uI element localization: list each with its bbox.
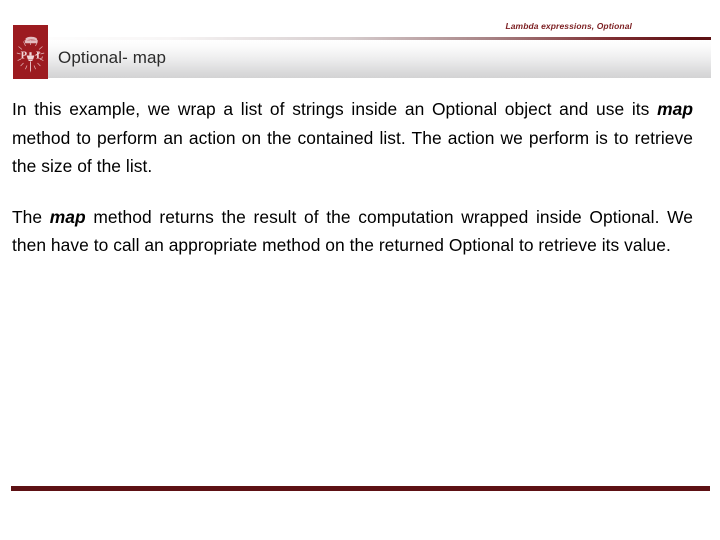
svg-text:L: L	[36, 50, 43, 61]
paragraph-2-text-b: method returns the result of the computa…	[12, 206, 693, 256]
paragraph-2: The map method returns the result of the…	[12, 203, 693, 260]
paragraph-1: In this example, we wrap a list of strin…	[12, 95, 693, 181]
university-logo: P L	[13, 25, 48, 79]
paragraph-1-text-a: In this example, we wrap a list of strin…	[12, 99, 658, 119]
slide-body: In this example, we wrap a list of strin…	[12, 95, 693, 260]
svg-text:P: P	[21, 50, 28, 61]
keyword-map-1: map	[657, 99, 693, 119]
crest-icon: P L	[13, 25, 48, 79]
keyword-map-2: map	[49, 206, 86, 227]
running-head-text: Lambda expressions, Optional	[505, 21, 632, 31]
slide-title: Optional- map	[58, 48, 167, 67]
paragraph-2-text-a: The	[12, 206, 50, 227]
paragraph-1-text-b: method to perform an action on the conta…	[12, 127, 693, 177]
footer-rule	[11, 486, 710, 491]
slide-canvas: Lambda expressions, Optional P L Optiona…	[0, 0, 720, 540]
slide-header: Lambda expressions, Optional P L Optiona…	[0, 0, 720, 82]
